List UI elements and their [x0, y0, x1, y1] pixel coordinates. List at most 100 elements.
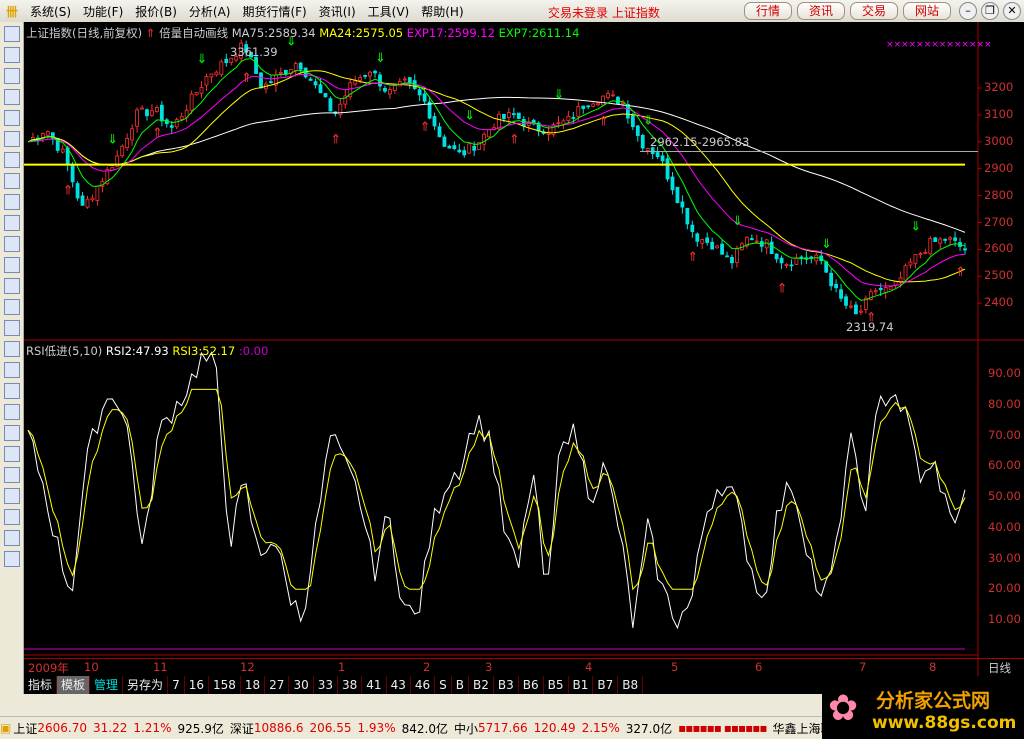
candle-body	[784, 264, 789, 266]
ma75-value: MA75:2589.34	[231, 26, 316, 40]
indicator-tab[interactable]: B	[452, 676, 469, 694]
candle-body	[313, 81, 318, 86]
sz-change: 206.55	[309, 721, 352, 735]
candle-body	[402, 78, 407, 81]
candle-body	[298, 62, 303, 70]
buy-arrow-icon: ⇓	[821, 237, 832, 252]
candle-body	[269, 81, 273, 84]
sz-label: 深证	[229, 721, 254, 736]
zx-volume: 327.0亿	[625, 721, 673, 736]
indicator-tab[interactable]: 管理	[90, 676, 124, 694]
candle-body	[556, 122, 561, 125]
sh-change: 31.22	[92, 721, 128, 735]
candle-body	[705, 237, 710, 243]
candle-body	[928, 238, 933, 255]
indicator-tab[interactable]: B6	[519, 676, 544, 694]
sell-arrow-icon: ⇑	[509, 133, 520, 148]
sh-percent: 1.21%	[133, 721, 172, 735]
indicator-tab[interactable]: 158	[209, 676, 241, 694]
indicator-tab[interactable]: 指标	[24, 676, 58, 694]
candle-body	[630, 115, 635, 128]
sell-arrow-icon: ⇑	[152, 126, 163, 141]
indicator-tab[interactable]: 46	[411, 676, 436, 694]
rsi-other-value: :0.00	[238, 344, 269, 358]
candle-body	[169, 125, 174, 128]
chart-canvas[interactable]: ⇑⇓ ⇑⇓⇑⇓⇑⇓⇑⇓⇑⇓⇑ ⇓⇑⇓⇑⇓⇑⇓⇑××××××××××××××	[0, 0, 1024, 739]
indicator-tab[interactable]: B7	[593, 676, 619, 694]
indicator-tab[interactable]: 41	[362, 676, 387, 694]
candle-body	[278, 72, 283, 74]
indicator-tab[interactable]: B1	[569, 676, 594, 694]
indicator-tab[interactable]: B3	[494, 676, 519, 694]
rsi-tick: 70.00	[988, 427, 1021, 442]
candle-body	[948, 237, 953, 240]
sh-index: 2606.70	[37, 721, 87, 735]
candle-body	[353, 80, 358, 85]
candle-body	[749, 238, 754, 241]
candle-body	[318, 84, 323, 94]
candle-body	[363, 75, 368, 77]
exp7-value: EXP7:2611.14	[498, 26, 580, 40]
candle-body	[199, 86, 204, 94]
candle-body	[194, 92, 199, 96]
indicator-tab[interactable]: 7	[168, 676, 185, 694]
indicator-tab[interactable]: 另存为	[123, 676, 169, 694]
indicator-tab[interactable]: 30	[289, 676, 314, 694]
zx-label: 中小	[453, 721, 478, 736]
indicator-tab[interactable]: 16	[185, 676, 209, 694]
candle-body	[521, 118, 526, 127]
indicator-tab[interactable]: B8	[618, 676, 644, 694]
candle-body	[878, 287, 883, 291]
indicator-tab[interactable]: B2	[469, 676, 494, 694]
candle-body	[640, 134, 645, 149]
candle-body	[80, 195, 85, 206]
candle-body	[943, 238, 948, 241]
candle-body	[60, 148, 65, 153]
indicator-tab[interactable]: 33	[314, 676, 339, 694]
candle-body	[645, 148, 650, 151]
candle-body	[834, 283, 839, 289]
price-tick: 2600	[984, 241, 1014, 256]
candle-body	[616, 96, 620, 105]
rsi-tick: 60.00	[988, 458, 1021, 473]
candle-body	[373, 70, 377, 74]
candle-body	[725, 255, 729, 258]
candle-body	[700, 239, 705, 244]
indicator-tab[interactable]: 模板	[57, 676, 91, 694]
period-label[interactable]: 日线	[988, 660, 1011, 676]
candle-body	[85, 198, 90, 208]
date-label: 7	[859, 660, 867, 674]
candle-body	[774, 253, 779, 260]
candle-body	[660, 155, 665, 162]
candle-body	[675, 186, 680, 204]
indicator-tab[interactable]: 18	[241, 676, 266, 694]
exp17-line	[27, 73, 966, 287]
candle-body	[452, 145, 457, 150]
candle-body	[358, 77, 363, 81]
candle-body	[40, 133, 45, 139]
candle-body	[769, 241, 774, 254]
candle-body	[710, 241, 715, 250]
sh-label: 上证	[13, 721, 38, 736]
zx-change: 120.49	[533, 721, 576, 735]
candle-body	[135, 109, 139, 127]
indicator-tab[interactable]: 27	[265, 676, 290, 694]
indicator-tab[interactable]: S	[435, 676, 452, 694]
candle-body	[596, 102, 601, 106]
price-tick: 3200	[984, 80, 1014, 94]
candle-body	[323, 93, 328, 98]
brand-name: 分析家公式网	[876, 690, 991, 712]
indicator-tab[interactable]: 38	[338, 676, 363, 694]
sz-percent: 1.93%	[357, 721, 396, 735]
candle-body	[293, 63, 298, 71]
sell-arrow-icon: ⇑	[598, 115, 609, 130]
indicator-tab[interactable]: 43	[387, 676, 411, 694]
sell-arrow-icon: ⇑	[330, 132, 341, 147]
price-tick: 2700	[984, 214, 1014, 229]
date-axis: 2009年 10 11 12 1 2 3 4 5 6 7 8	[24, 658, 1024, 676]
candle-body	[953, 237, 957, 241]
candle-body	[839, 289, 843, 299]
candle-body	[497, 113, 501, 130]
candle-body	[908, 261, 913, 266]
indicator-tab[interactable]: B5	[544, 676, 569, 694]
